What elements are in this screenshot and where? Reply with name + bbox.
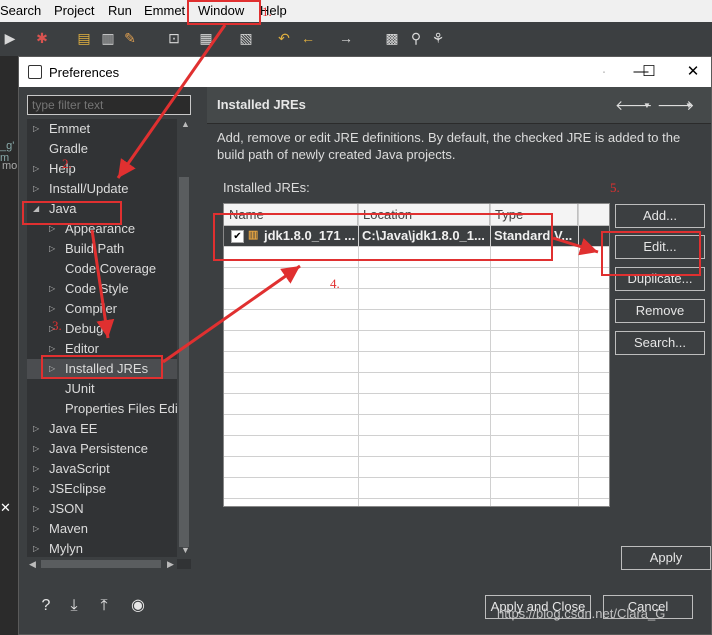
arrow-4 <box>162 264 301 364</box>
annotation-arrows <box>90 24 599 364</box>
arrow-1-to-2 <box>116 24 227 179</box>
arrow-5 <box>552 236 599 256</box>
arrow-3 <box>90 229 115 339</box>
watermark: https://blog.csdn.net/Clara_G <box>497 606 666 621</box>
